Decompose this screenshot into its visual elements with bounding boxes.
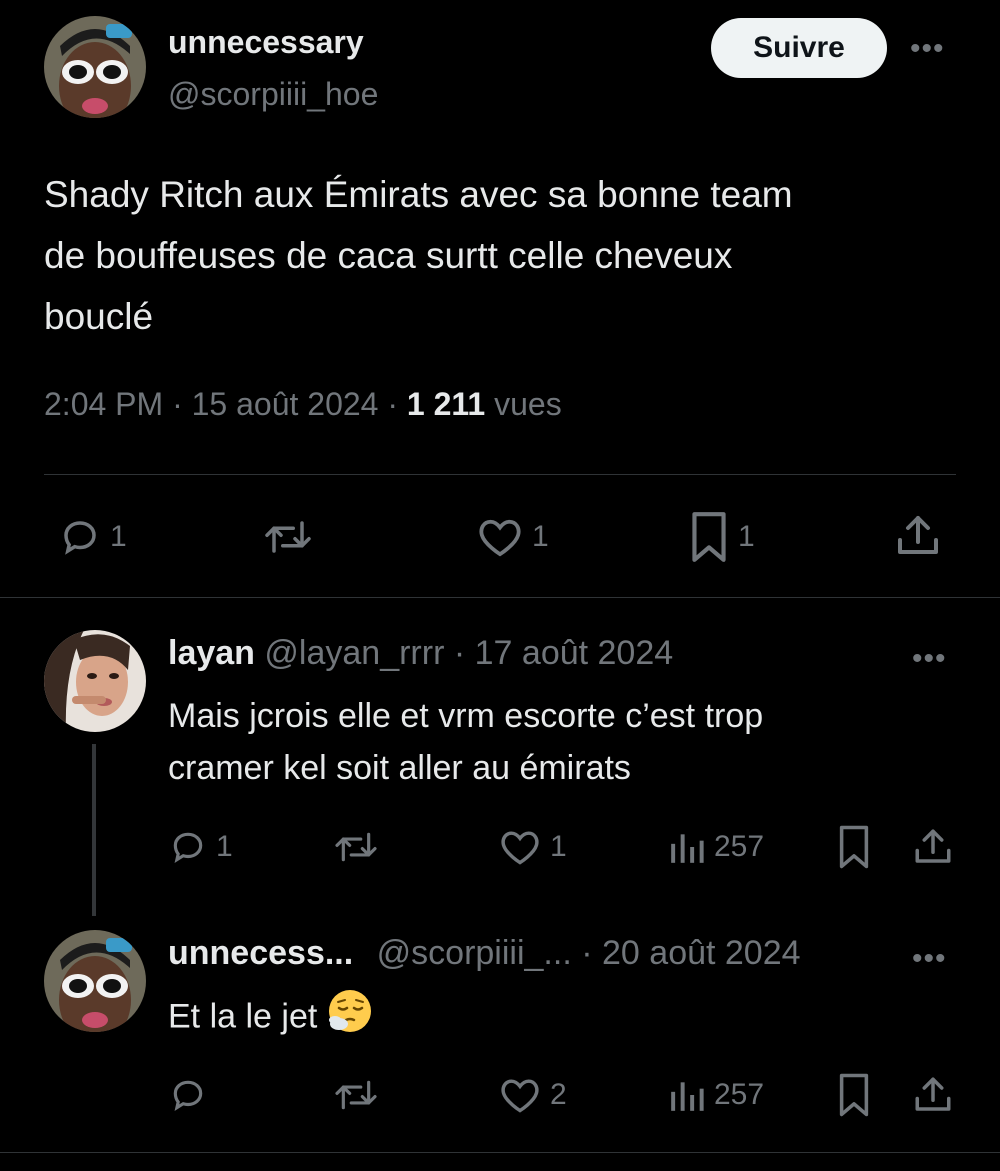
bookmark-button[interactable] bbox=[836, 1072, 872, 1118]
reply-button[interactable] bbox=[168, 1076, 216, 1114]
reply-button[interactable]: 1 bbox=[58, 516, 127, 558]
bookmark-icon bbox=[839, 825, 869, 869]
reply-text-line: cramer kel soit aller au émirats bbox=[168, 749, 631, 787]
retweet-button[interactable] bbox=[332, 1076, 388, 1114]
reply-display-name[interactable]: unnecess... bbox=[168, 934, 353, 972]
views-count: 257 bbox=[714, 1078, 765, 1111]
share-icon bbox=[915, 1077, 951, 1111]
reply-avatar[interactable] bbox=[44, 630, 146, 732]
views-icon bbox=[671, 834, 704, 863]
divider bbox=[0, 1152, 1000, 1153]
views-icon bbox=[671, 1082, 704, 1111]
more-options-icon[interactable]: ••• bbox=[912, 644, 947, 674]
bookmark-button[interactable]: 1 bbox=[688, 510, 755, 564]
views-label: vues bbox=[494, 386, 562, 422]
meta-separator: · bbox=[172, 386, 183, 422]
more-options-icon[interactable]: ••• bbox=[912, 944, 947, 974]
heart-icon bbox=[501, 1079, 539, 1113]
tweet-text-line: Shady Ritch aux Émirats avec sa bonne te… bbox=[44, 174, 793, 215]
reply-text: Et la le jet bbox=[168, 988, 373, 1049]
reply-date[interactable]: 20 août 2024 bbox=[602, 934, 801, 972]
bookmark-icon bbox=[692, 512, 726, 562]
meta-separator: · bbox=[581, 934, 593, 972]
reply-icon bbox=[64, 521, 96, 555]
share-button[interactable] bbox=[912, 1074, 954, 1116]
reply-display-name[interactable]: layan bbox=[168, 634, 255, 672]
like-count: 1 bbox=[550, 830, 567, 863]
reply-count: 1 bbox=[110, 520, 127, 553]
views-button[interactable]: 257 bbox=[668, 1076, 764, 1114]
smoking-face-emoji bbox=[327, 988, 373, 1049]
like-count: 2 bbox=[550, 1078, 567, 1111]
meta-separator: · bbox=[453, 634, 466, 672]
reply-date[interactable]: 17 août 2024 bbox=[475, 634, 674, 672]
views-count: 1 211 bbox=[406, 386, 486, 422]
reply-text-line: Mais jcrois elle et vrm escorte c’est tr… bbox=[168, 697, 764, 735]
reply-text: Mais jcrois elle et vrm escorte c’est tr… bbox=[168, 690, 763, 794]
reply-button[interactable]: 1 bbox=[168, 828, 233, 866]
retweet-button[interactable] bbox=[262, 516, 322, 558]
reply-avatar[interactable] bbox=[44, 930, 146, 1032]
reply-count: 1 bbox=[216, 830, 233, 863]
reply-icon bbox=[173, 832, 203, 864]
author-display-name[interactable]: unnecessary bbox=[168, 24, 364, 61]
reply-header: layan @layan_rrrr · 17 août 2024 bbox=[168, 634, 673, 673]
bookmark-button[interactable] bbox=[836, 824, 872, 870]
like-button[interactable]: 1 bbox=[476, 516, 549, 558]
thread-line bbox=[92, 744, 96, 916]
like-count: 1 bbox=[532, 520, 549, 553]
retweet-icon bbox=[335, 832, 377, 862]
tweet-time[interactable]: 2:04 PM bbox=[44, 386, 163, 422]
heart-icon bbox=[501, 831, 539, 865]
author-handle[interactable]: @scorpiiii_hoe bbox=[168, 76, 378, 113]
reply-handle[interactable]: @layan_rrrr bbox=[264, 634, 444, 672]
views-count: 257 bbox=[714, 830, 765, 863]
share-button[interactable] bbox=[894, 512, 942, 560]
share-button[interactable] bbox=[912, 826, 954, 868]
like-button[interactable]: 2 bbox=[498, 1076, 567, 1114]
views-button[interactable]: 257 bbox=[668, 828, 764, 866]
tweet-text: Shady Ritch aux Émirats avec sa bonne te… bbox=[44, 164, 793, 347]
like-button[interactable]: 1 bbox=[498, 828, 567, 866]
tweet-text-line: de bouffeuses de caca surtt celle cheveu… bbox=[44, 235, 733, 276]
share-icon bbox=[898, 516, 938, 554]
meta-separator: · bbox=[387, 386, 398, 422]
retweet-icon bbox=[265, 521, 311, 553]
follow-button[interactable]: Suivre bbox=[711, 18, 887, 78]
author-avatar[interactable] bbox=[44, 16, 146, 118]
divider bbox=[44, 474, 956, 475]
bookmark-count: 1 bbox=[738, 520, 755, 553]
heart-icon bbox=[479, 519, 521, 557]
more-options-icon[interactable]: ••• bbox=[910, 34, 945, 64]
reply-text-line: Et la le jet bbox=[168, 997, 318, 1036]
retweet-icon bbox=[335, 1080, 377, 1110]
divider bbox=[0, 597, 1000, 598]
reply-icon bbox=[173, 1080, 203, 1112]
bookmark-icon bbox=[839, 1073, 869, 1117]
tweet-date[interactable]: 15 août 2024 bbox=[192, 386, 379, 422]
tweet-meta: 2:04 PM · 15 août 2024 · 1 211 vues bbox=[44, 386, 562, 423]
tweet-text-line: bouclé bbox=[44, 296, 154, 337]
reply-header: unnecess... @scorpiiii_... · 20 août 202… bbox=[168, 934, 801, 973]
reply-handle[interactable]: @scorpiiii_... bbox=[377, 934, 572, 972]
retweet-button[interactable] bbox=[332, 828, 388, 866]
share-icon bbox=[915, 829, 951, 863]
